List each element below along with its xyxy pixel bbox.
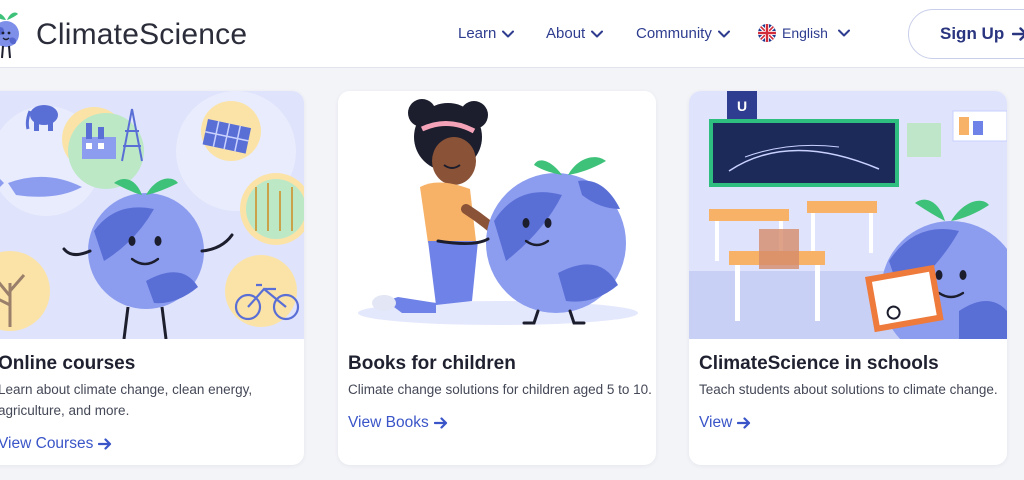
svg-text:U: U — [737, 98, 747, 114]
nav-community-label: Community — [636, 25, 712, 42]
language-label: English — [782, 25, 828, 41]
nav-learn-label: Learn — [458, 25, 497, 42]
view-courses-label: View Courses — [0, 435, 94, 452]
brand-name[interactable]: ClimateScience — [36, 18, 247, 52]
chevron-down-icon — [591, 30, 604, 37]
card-description-line: Learn about climate change, clean energy… — [0, 382, 253, 397]
arrow-right-icon — [433, 417, 447, 429]
site-header: ClimateScience Learn About Community Eng… — [0, 0, 1024, 68]
view-schools-label: View — [699, 414, 733, 431]
classroom-illustration: U — [689, 91, 1007, 339]
earth-mascot-logo-icon[interactable] — [0, 8, 28, 60]
language-selector[interactable]: English — [758, 24, 850, 42]
uk-flag-icon — [758, 24, 776, 42]
view-books-link[interactable]: View Books — [348, 414, 448, 432]
card-description: Climate change solutions for children ag… — [348, 379, 652, 400]
nav-about[interactable]: About — [546, 25, 604, 42]
card-description-line: Climate change solutions for children ag… — [348, 382, 652, 397]
online-courses-illustration — [0, 91, 304, 339]
arrow-right-icon — [98, 438, 112, 450]
card-online-courses[interactable]: Online courses Learn about climate chang… — [0, 91, 304, 465]
chevron-down-icon — [502, 30, 515, 37]
card-climatescience-in-schools[interactable]: U ClimateScience in schools Teach studen… — [689, 91, 1007, 465]
card-description-line: agriculture, and more. — [0, 403, 130, 418]
card-title: Online courses — [0, 353, 136, 374]
card-description: Teach students about solutions to climat… — [699, 379, 998, 400]
view-schools-link[interactable]: View — [699, 414, 751, 432]
nav-about-label: About — [546, 25, 586, 42]
arrow-right-icon — [1012, 27, 1024, 41]
nav-learn[interactable]: Learn — [458, 25, 515, 42]
card-books-for-children[interactable]: Books for children Climate change soluti… — [338, 91, 656, 465]
arrow-right-icon — [737, 417, 751, 429]
sign-up-button[interactable]: Sign Up — [908, 9, 1024, 59]
chevron-down-icon — [837, 29, 850, 37]
nav-community[interactable]: Community — [636, 25, 730, 42]
sign-up-label: Sign Up — [940, 24, 1005, 43]
card-title: Books for children — [348, 353, 516, 374]
card-title: ClimateScience in schools — [699, 353, 939, 374]
books-illustration — [338, 91, 656, 339]
card-description-line: Teach students about solutions to climat… — [699, 382, 998, 397]
chevron-down-icon — [717, 30, 730, 37]
card-description: Learn about climate change, clean energy… — [0, 379, 252, 421]
view-courses-link[interactable]: View Courses — [0, 435, 112, 453]
view-books-label: View Books — [348, 414, 429, 431]
